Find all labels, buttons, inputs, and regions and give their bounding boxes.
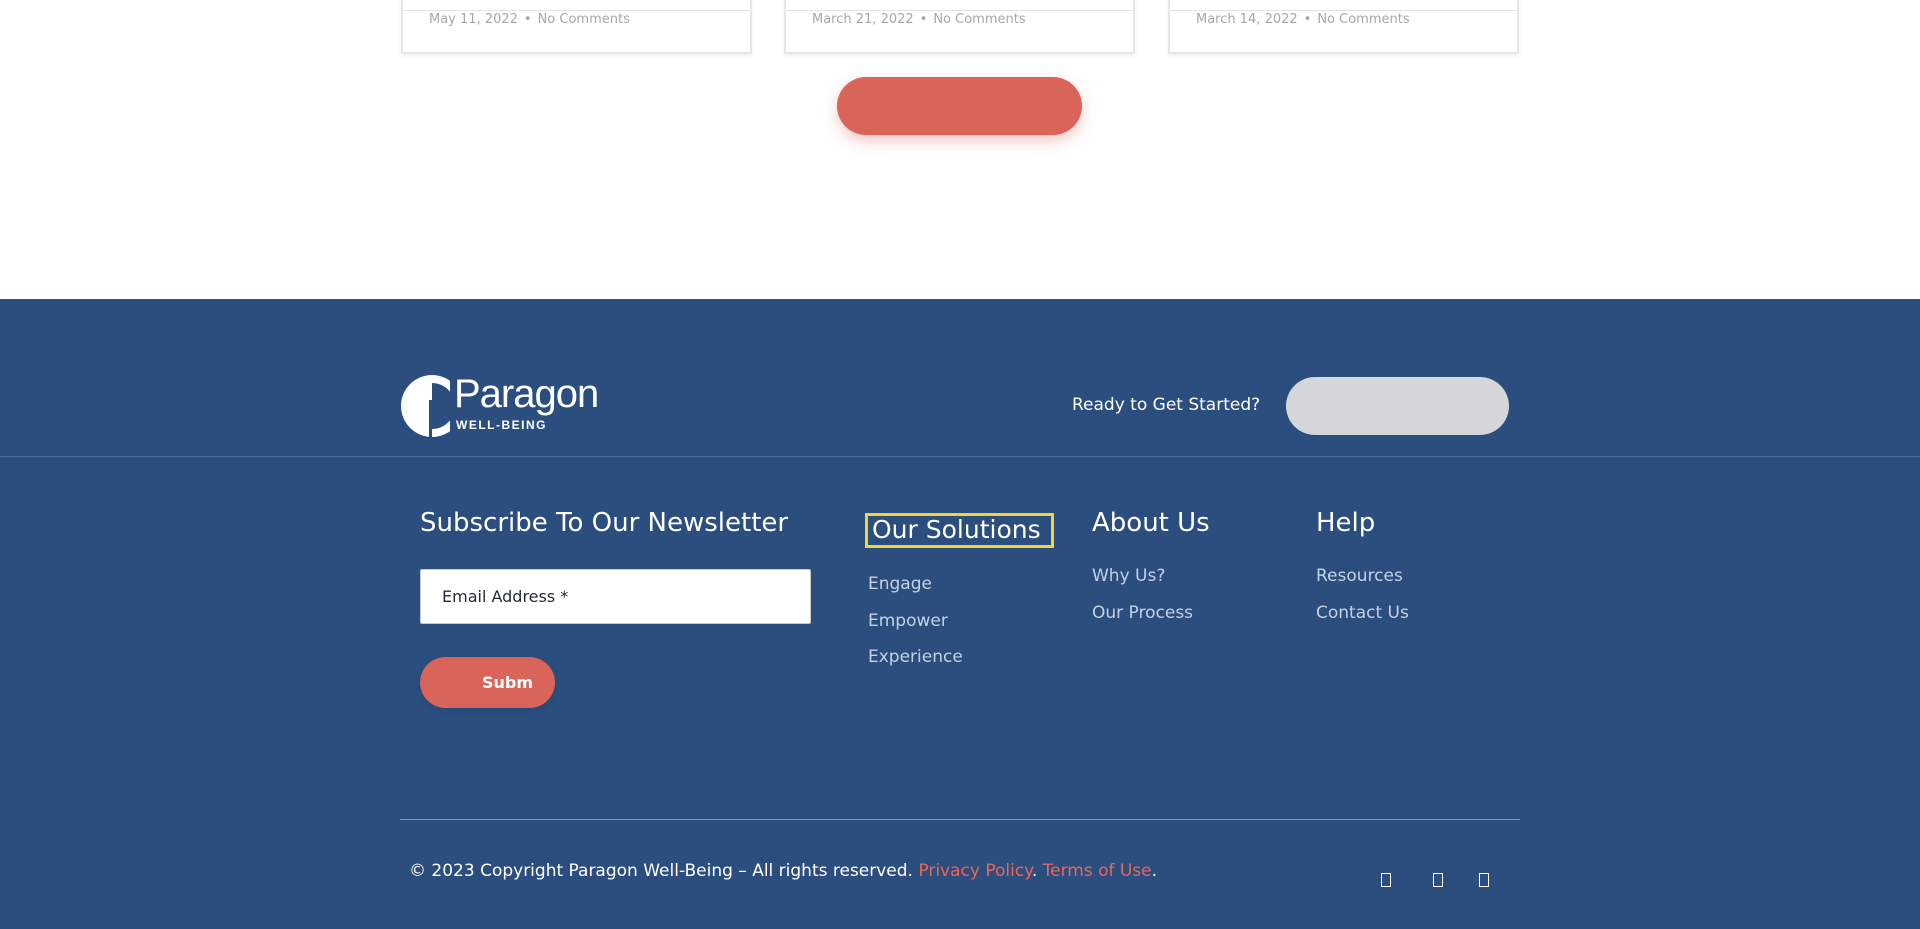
solutions-title: Our Solutions [865,513,1054,548]
post-card[interactable]: May 11, 2022 • No Comments [401,0,752,54]
logo-wordmark: Paragon [454,372,599,416]
post-date: May 11, 2022 [429,12,518,27]
card-divider [786,10,1133,11]
post-meta: May 11, 2022 • No Comments [429,12,630,27]
footer-link-empower[interactable]: Empower [868,611,948,631]
blog-section: May 11, 2022 • No Comments March 21, 2022 •… [0,0,1920,299]
post-meta: March 21, 2022 • No Comments [812,12,1026,27]
logo-subtitle: WELL-BEING [456,418,547,432]
post-card[interactable]: March 21, 2022 • No Comments [784,0,1135,54]
post-meta: March 14, 2022 • No Comments [1196,12,1410,27]
load-more-button[interactable] [837,77,1082,135]
social-icon-2[interactable] [1433,873,1443,887]
site-footer: Paragon WELL-BEING Ready to Get Started?… [0,299,1920,929]
post-date: March 14, 2022 [1196,12,1298,27]
social-icon-1[interactable] [1381,873,1391,887]
footer-link-resources[interactable]: Resources [1316,566,1403,586]
newsletter-title: Subscribe To Our Newsletter [420,508,789,538]
terms-of-use-link[interactable]: Terms of Use [1043,861,1152,881]
copyright-end: . [1151,861,1158,881]
get-started-button[interactable] [1286,377,1509,435]
card-divider [1170,10,1517,11]
post-date: March 21, 2022 [812,12,914,27]
footer-link-engage[interactable]: Engage [868,574,932,594]
footer-link-contact-us[interactable]: Contact Us [1316,603,1409,623]
subscribe-submit-button[interactable]: Subm [420,657,555,708]
post-comments[interactable]: No Comments [1317,12,1409,27]
footer-link-our-process[interactable]: Our Process [1092,603,1193,623]
footer-divider [0,456,1920,457]
privacy-policy-link[interactable]: Privacy Policy [918,861,1031,881]
paragon-logo-mark-icon [401,375,450,438]
post-card[interactable]: March 14, 2022 • No Comments [1168,0,1519,54]
meta-separator: • [523,12,532,27]
copyright-separator: . [1031,861,1043,881]
paragon-logo[interactable]: Paragon WELL-BEING [400,372,610,438]
meta-separator: • [1303,12,1312,27]
post-comments[interactable]: No Comments [933,12,1025,27]
card-divider [403,10,750,11]
social-icon-3[interactable] [1479,873,1489,887]
post-comments[interactable]: No Comments [538,12,630,27]
meta-separator: • [919,12,928,27]
copyright: © 2023 Copyright Paragon Well-Being – Al… [409,861,1157,881]
help-title: Help [1316,508,1376,538]
footer-link-experience[interactable]: Experience [868,647,963,667]
email-field[interactable] [420,569,811,624]
footer-bottom-divider [400,819,1520,820]
copyright-text: © 2023 Copyright Paragon Well-Being – Al… [409,861,919,881]
about-title: About Us [1092,508,1210,538]
footer-link-why-us[interactable]: Why Us? [1092,566,1165,586]
ready-text: Ready to Get Started? [1072,395,1261,415]
